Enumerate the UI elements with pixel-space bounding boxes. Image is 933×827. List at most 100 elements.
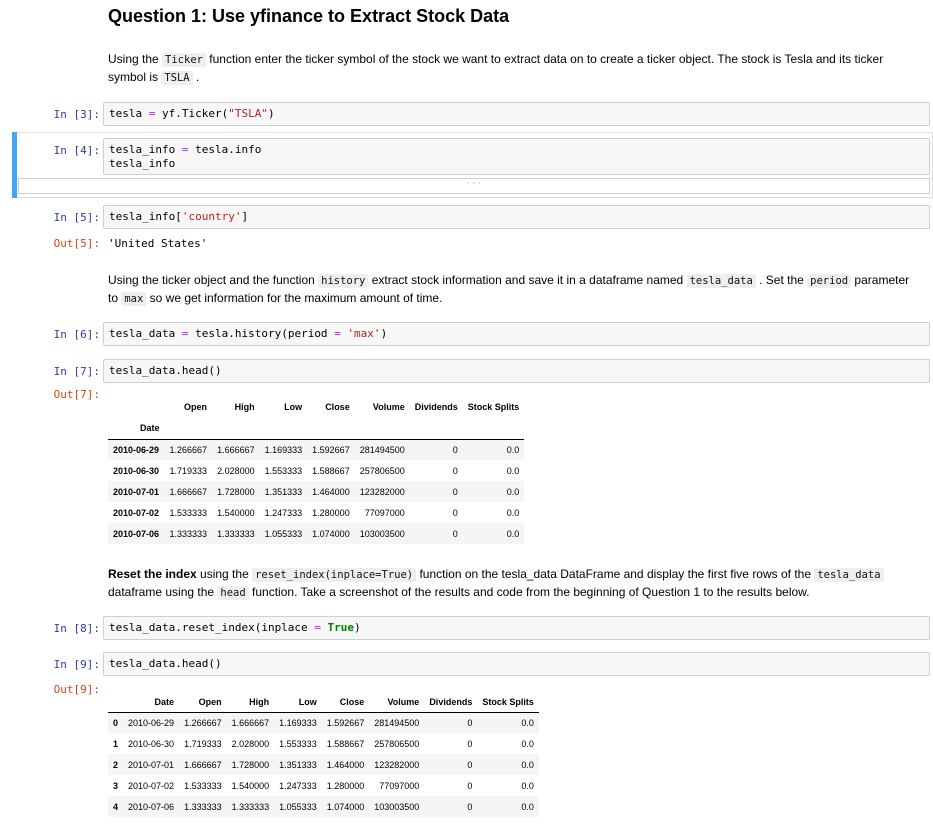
- md-text: dataframe using the: [108, 585, 218, 599]
- input-prompt: In [9]:: [53, 658, 100, 671]
- column-header: Open: [184, 402, 208, 412]
- input-prompt: In [5]:: [53, 211, 100, 224]
- table-cell: 1.540000: [231, 780, 270, 791]
- code-cell-7[interactable]: tesla_data.head(): [103, 359, 930, 383]
- table-cell: 1.351333: [279, 759, 317, 770]
- column-header: Dividends: [424, 692, 478, 713]
- date-cell: 2010-06-30: [128, 738, 175, 749]
- index-name-date: Date: [108, 417, 165, 440]
- column-header: Date: [123, 692, 180, 713]
- column-header: Stock Splits: [477, 692, 539, 713]
- row-index: 3: [113, 780, 119, 791]
- table-cell: 1.592667: [326, 717, 365, 728]
- dataframe-output-7: Open High Low Close Volume Dividends Stock Spl…: [108, 397, 525, 544]
- table-row: 2 2010-07-01 1.666667 1.728000 1.351333 1.464…: [108, 754, 539, 775]
- table-cell: 1.540000: [217, 507, 255, 518]
- table-cell: 77097000: [379, 780, 420, 791]
- table-cell: 1.333333: [231, 801, 270, 812]
- table-cell: 0: [452, 507, 458, 518]
- code-cell-6[interactable]: tesla_data = tesla.history(period = 'max…: [103, 322, 930, 346]
- output-prompt: Out[7]:: [53, 388, 100, 401]
- table-cell: 0.0: [506, 465, 520, 476]
- table-cell: 1.719333: [184, 738, 222, 749]
- column-header: Open: [179, 692, 227, 713]
- md-text: extract stock information and save it in…: [368, 273, 687, 287]
- table-row: 0 2010-06-29 1.266667 1.666667 1.169333 1.592…: [108, 712, 539, 733]
- column-header: Volume: [372, 402, 405, 412]
- table-cell: 1.351333: [264, 486, 303, 497]
- table-row: 3 2010-07-02 1.533333 1.540000 1.247333 1.280…: [108, 775, 539, 796]
- table-cell: 1.666667: [184, 759, 222, 770]
- table-row: 2010-07-01 1.666667 1.728000 1.351333 1.4640…: [108, 481, 525, 502]
- row-index-date: 2010-06-29: [113, 444, 160, 455]
- table-cell: 0: [452, 444, 458, 455]
- table-cell: 1.728000: [231, 759, 270, 770]
- row-index: 1: [113, 738, 119, 749]
- table-cell: 1.247333: [279, 780, 317, 791]
- table-cell: 1.666667: [169, 486, 208, 497]
- code-cell-9[interactable]: tesla_data.head(): [103, 652, 930, 676]
- collapsed-output-ellipsis[interactable]: · · ·: [18, 178, 930, 194]
- column-header: Dividends: [414, 402, 458, 412]
- selected-cell-indicator: [12, 132, 17, 198]
- code-string: 'country': [181, 210, 242, 223]
- table-cell: 1.588667: [312, 465, 350, 476]
- md-text: . Set the: [755, 273, 808, 287]
- inline-code-tesla-data: tesla_data: [814, 568, 884, 582]
- date-cell: 2010-07-01: [128, 759, 175, 770]
- code-token: tesla.info: [188, 143, 262, 156]
- table-cell: 1.333333: [169, 528, 208, 539]
- table-cell: 1.588667: [326, 738, 365, 749]
- table-cell: 1.719333: [169, 465, 208, 476]
- table-cell: 1.533333: [184, 780, 222, 791]
- table-cell: 1.074000: [312, 528, 350, 539]
- markdown-cell-ticker-instructions[interactable]: Using the Ticker function enter the tick…: [108, 51, 920, 87]
- table-cell: 1.464000: [326, 759, 365, 770]
- code-token: tesla_data.head(): [109, 364, 222, 377]
- column-header: Close: [321, 692, 370, 713]
- table-cell: 1.280000: [312, 507, 350, 518]
- inline-code-reset-index: reset_index(inplace=True): [252, 568, 417, 582]
- table-cell: 1.247333: [264, 507, 303, 518]
- md-text: so we get information for the maximum am…: [146, 291, 443, 305]
- inline-code-tesla-data: tesla_data: [686, 274, 756, 288]
- table-cell: 1.553333: [264, 465, 303, 476]
- code-token: ): [380, 327, 388, 340]
- row-index-date: 2010-07-01: [113, 486, 160, 497]
- table-cell: 1.464000: [312, 486, 350, 497]
- code-cell-5[interactable]: tesla_info['country']: [103, 205, 930, 229]
- table-cell: 0: [467, 717, 473, 728]
- row-index: 0: [113, 717, 119, 728]
- code-token: tesla: [109, 107, 149, 120]
- date-cell: 2010-07-06: [128, 801, 175, 812]
- inline-code-period: period: [807, 274, 852, 288]
- code-cell-3[interactable]: tesla = yf.Ticker("TSLA"): [103, 102, 930, 126]
- table-cell: 1.055333: [279, 801, 317, 812]
- notebook: Question 1: Use yfinance to Extract Stoc…: [0, 0, 933, 827]
- md-text: function enter the ticker symbol of the …: [108, 52, 884, 84]
- table-cell: 1.728000: [217, 486, 255, 497]
- table-cell: 1.169333: [264, 444, 303, 455]
- table-cell: 0.0: [521, 780, 534, 791]
- input-prompt: In [8]:: [53, 622, 100, 635]
- md-text: Using the: [108, 52, 163, 66]
- input-prompt: In [3]:: [53, 108, 100, 121]
- markdown-cell-history-instructions[interactable]: Using the ticker object and the function…: [108, 272, 920, 308]
- code-cell-4[interactable]: tesla_info = tesla.info tesla_info: [103, 138, 930, 175]
- md-bold-text: Reset the index: [108, 567, 197, 581]
- row-index: 2: [113, 759, 119, 770]
- md-text: Using the ticker object and the function: [108, 273, 319, 287]
- table-cell: 0: [467, 780, 473, 791]
- table-cell: 0.0: [521, 738, 534, 749]
- markdown-cell-reset-index-instructions[interactable]: Reset the index using the reset_index(in…: [108, 566, 920, 602]
- code-token: tesla_info[: [109, 210, 182, 223]
- row-index-date: 2010-07-02: [113, 507, 160, 518]
- table-cell: 1.169333: [279, 717, 317, 728]
- table-cell: 2.028000: [217, 465, 255, 476]
- code-string: 'max': [340, 327, 381, 340]
- table-row: 2010-06-29 1.266667 1.666667 1.169333 1.5926…: [108, 439, 525, 460]
- code-token: tesla_info: [109, 143, 182, 156]
- column-header: Close: [325, 402, 350, 412]
- table-cell: 77097000: [364, 507, 405, 518]
- code-cell-8[interactable]: tesla_data.reset_index(inplace = True): [103, 616, 930, 640]
